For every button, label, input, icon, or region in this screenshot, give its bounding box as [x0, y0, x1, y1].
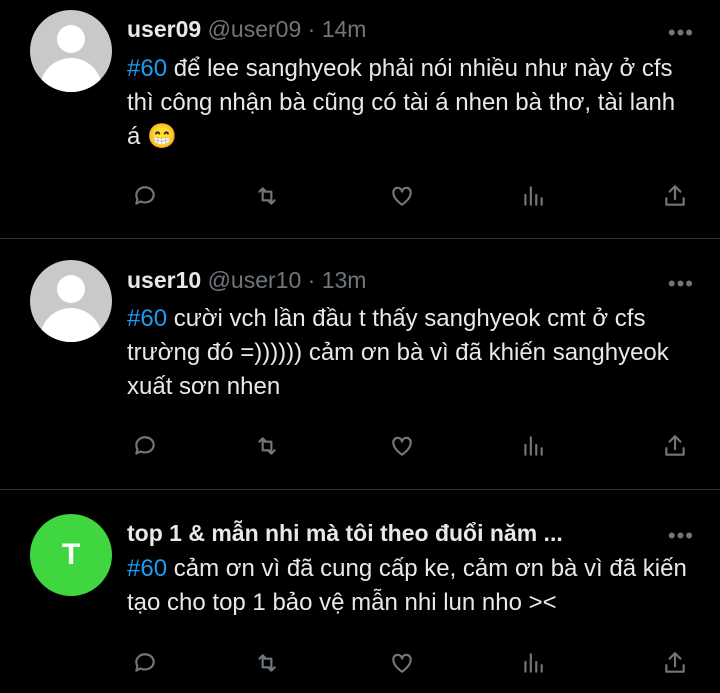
share-icon[interactable] [660, 648, 690, 678]
tweet-header: top 1 & mẫn nhi mà tôi theo đuổi năm ... [127, 520, 660, 547]
more-options-icon[interactable]: ••• [668, 271, 694, 297]
handle[interactable]: @user09 [208, 16, 302, 42]
avatar[interactable]: T [30, 514, 112, 596]
avatar[interactable] [30, 260, 112, 342]
like-icon[interactable] [387, 181, 417, 211]
views-icon[interactable] [518, 181, 548, 211]
action-bar [0, 431, 720, 461]
timestamp[interactable]: 14m [322, 16, 367, 42]
retweet-icon[interactable] [252, 181, 282, 211]
avatar[interactable] [30, 10, 112, 92]
tweet-body: cười vch lần đầu t thấy sanghyeok cmt ở … [127, 305, 669, 400]
reply-icon[interactable] [130, 181, 160, 211]
views-icon[interactable] [518, 648, 548, 678]
display-name[interactable]: user10 [127, 267, 201, 293]
display-name[interactable]: user09 [127, 16, 201, 42]
tweet-body: cảm ơn vì đã cung cấp ke, cảm ơn bà vì đ… [127, 555, 687, 616]
more-options-icon[interactable]: ••• [668, 20, 694, 46]
display-name[interactable]: top 1 & mẫn nhi mà tôi theo đuổi năm ... [127, 520, 563, 546]
action-bar [0, 648, 720, 678]
like-icon[interactable] [387, 431, 417, 461]
like-icon[interactable] [387, 648, 417, 678]
reply-icon[interactable] [130, 431, 160, 461]
retweet-icon[interactable] [252, 431, 282, 461]
tweet[interactable]: user09 @user09 · 14m ••• #60 để lee sang… [0, 0, 720, 239]
tweet-text: #60 để lee sanghyeok phải nói nhiều như … [127, 52, 694, 154]
action-bar [0, 181, 720, 211]
tweet-body: để lee sanghyeok phải nói nhiều như này … [127, 55, 676, 150]
tweet[interactable]: T top 1 & mẫn nhi mà tôi theo đuổi năm .… [0, 490, 720, 693]
tweet-text: #60 cảm ơn vì đã cung cấp ke, cảm ơn bà … [127, 552, 694, 620]
separator: · [307, 267, 316, 293]
share-icon[interactable] [660, 431, 690, 461]
hashtag-link[interactable]: #60 [127, 555, 167, 582]
hashtag-link[interactable]: #60 [127, 305, 167, 332]
timestamp[interactable]: 13m [322, 267, 367, 293]
hashtag-link[interactable]: #60 [127, 55, 167, 82]
tweet-header: user09 @user09 · 14m [127, 16, 660, 43]
more-options-icon[interactable]: ••• [668, 523, 694, 549]
tweet-text: #60 cười vch lần đầu t thấy sanghyeok cm… [127, 302, 694, 404]
retweet-icon[interactable] [252, 648, 282, 678]
views-icon[interactable] [518, 431, 548, 461]
share-icon[interactable] [660, 181, 690, 211]
reply-icon[interactable] [130, 648, 160, 678]
handle[interactable]: @user10 [208, 267, 302, 293]
tweet-header: user10 @user10 · 13m [127, 267, 660, 294]
separator: · [307, 16, 316, 42]
tweet[interactable]: user10 @user10 · 13m ••• #60 cười vch lầ… [0, 239, 720, 490]
